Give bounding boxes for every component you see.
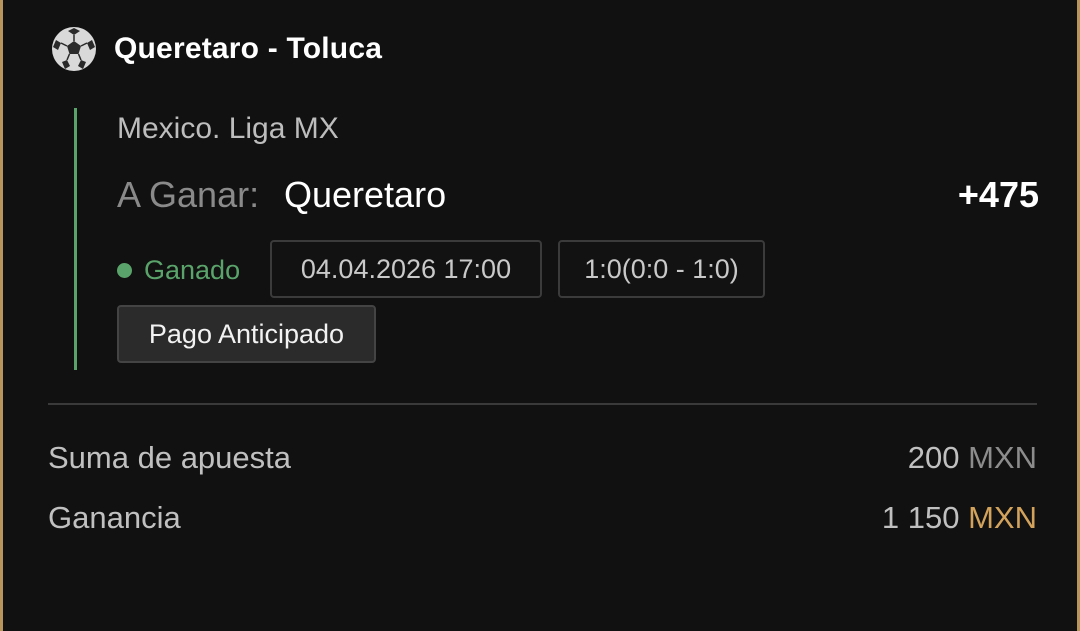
- stake-row: Suma de apuesta 200 MXN: [48, 440, 1037, 480]
- league-name: Mexico. Liga MX: [117, 112, 339, 145]
- early-payout-tag[interactable]: Pago Anticipado: [117, 305, 376, 363]
- market-label: A Ganar:: [117, 174, 260, 215]
- bet-card: Queretaro - Toluca Mexico. Liga MX A Gan…: [0, 0, 1080, 631]
- selection-name: Queretaro: [284, 174, 447, 215]
- stake-value: 200 MXN: [908, 440, 1037, 476]
- status-dot-icon: [117, 263, 132, 278]
- match-header: Queretaro - Toluca: [51, 26, 382, 72]
- soccer-ball-icon: [51, 26, 97, 72]
- early-payout-label: Pago Anticipado: [148, 318, 345, 349]
- status-badge: Ganado: [117, 255, 240, 286]
- match-score-chip: 1:0(0:0 - 1:0): [558, 240, 765, 298]
- winnings-row: Ganancia 1 150 MXN: [48, 500, 1037, 540]
- match-datetime: 04.04.2026 17:00: [300, 253, 512, 284]
- winnings-amount: 1 150: [881, 500, 960, 535]
- match-title: Queretaro - Toluca: [114, 32, 383, 65]
- stake-label: Suma de apuesta: [48, 440, 292, 475]
- match-score: 1:0(0:0 - 1:0): [584, 253, 739, 284]
- winnings-currency: MXN: [968, 500, 1037, 535]
- status-label: Ganado: [144, 255, 241, 285]
- bet-details: Mexico. Liga MX A Ganar: Queretaro +475 …: [74, 108, 1041, 370]
- stake-currency: MXN: [968, 440, 1037, 475]
- winnings-label: Ganancia: [48, 500, 181, 535]
- market-row: A Ganar: Queretaro +475: [117, 174, 1039, 218]
- odds-value: +475: [957, 174, 1039, 215]
- match-datetime-chip: 04.04.2026 17:00: [270, 240, 542, 298]
- stake-amount: 200: [907, 440, 960, 475]
- divider: [48, 403, 1037, 405]
- winnings-value: 1 150 MXN: [882, 500, 1037, 536]
